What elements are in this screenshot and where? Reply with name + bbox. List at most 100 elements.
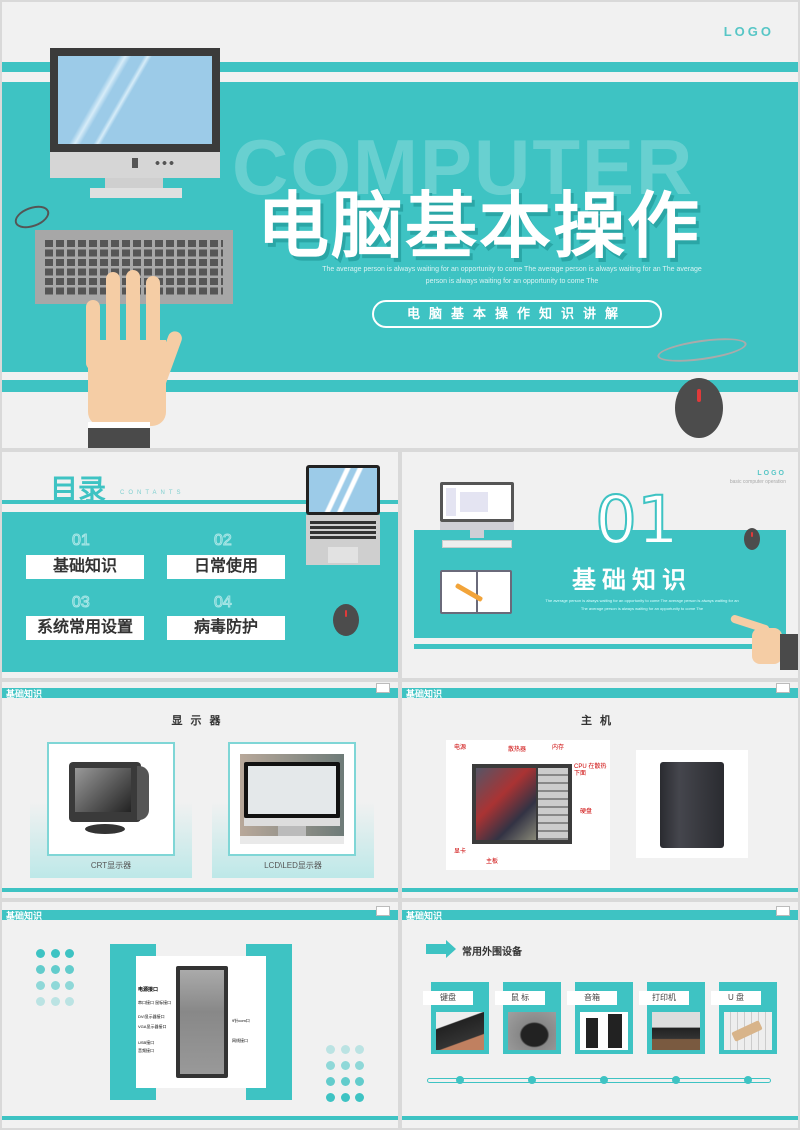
mouse-icon bbox=[675, 378, 723, 438]
section-title: 基础知识 bbox=[572, 567, 692, 594]
port-label: VGA显示器接口 bbox=[138, 1024, 167, 1029]
footer-stripe bbox=[402, 1116, 798, 1120]
section-title-slide[interactable]: LOGO basic computer operation 01 基础知识 Th… bbox=[402, 452, 798, 678]
keyboard-image bbox=[436, 1012, 484, 1050]
peripheral-card[interactable]: U 盘 bbox=[711, 982, 777, 1054]
section-subtitle: The average person is always waiting for… bbox=[545, 598, 739, 611]
monitor-icon bbox=[776, 683, 790, 693]
arrow-icon bbox=[426, 944, 446, 954]
mouse-icon bbox=[744, 528, 760, 550]
footer-stripe bbox=[2, 1116, 398, 1120]
peripheral-label: 打印机 bbox=[639, 991, 689, 1005]
peripheral-card[interactable]: 打印机 bbox=[639, 982, 705, 1054]
toc-number: 03 bbox=[72, 594, 91, 612]
contents-slide[interactable]: 目录 CONTANTS 01 基础知识 02 日常使用 03 系统常用设置 04… bbox=[2, 452, 398, 678]
port-label: USB接口 bbox=[138, 1040, 155, 1045]
footer-stripe bbox=[402, 888, 798, 892]
toc-item[interactable]: 基础知识 bbox=[26, 555, 144, 579]
logo: LOGO bbox=[723, 24, 774, 39]
port-label: 网线接口 bbox=[232, 1038, 248, 1043]
card-caption: CRT显示器 bbox=[90, 861, 132, 870]
logo: LOGO bbox=[757, 470, 786, 477]
peripheral-card[interactable]: 音箱 bbox=[567, 982, 633, 1054]
timeline-dot bbox=[672, 1076, 680, 1084]
monitor-icon bbox=[376, 906, 390, 916]
section-label: 基础知识 bbox=[6, 689, 43, 699]
peripheral-label: U 盘 bbox=[711, 991, 761, 1005]
timeline-dot bbox=[456, 1076, 464, 1084]
peripheral-card[interactable]: 鼠 标 bbox=[495, 982, 561, 1054]
notebook-icon bbox=[440, 570, 512, 614]
diagram-label: 显卡 bbox=[454, 849, 467, 855]
cover-subtitle: The average person is always waiting for… bbox=[322, 266, 702, 285]
desktop-monitor-icon bbox=[440, 482, 514, 552]
peripheral-label: 音箱 bbox=[567, 991, 617, 1005]
slide-title: 主机 bbox=[581, 715, 619, 727]
section-label: 基础知识 bbox=[406, 689, 443, 699]
section-label: 基础知识 bbox=[406, 911, 443, 921]
arrow-head-icon bbox=[446, 940, 456, 958]
section-header-band bbox=[402, 910, 798, 920]
ports-slide[interactable]: 基础知识 电源接口 串口接口 鼠标接口 DVI显示器接口 VGA显示器接口 US… bbox=[2, 902, 398, 1128]
port-label: 电源接口 bbox=[138, 987, 159, 993]
image-card bbox=[228, 742, 356, 856]
section-number: 01 bbox=[594, 481, 680, 560]
laptop-icon bbox=[306, 465, 380, 569]
section-header-band bbox=[2, 688, 398, 698]
toc-item[interactable]: 日常使用 bbox=[167, 555, 285, 579]
timeline-dot bbox=[528, 1076, 536, 1084]
toc-item[interactable]: 系统常用设置 bbox=[26, 616, 144, 640]
timeline bbox=[427, 1078, 771, 1083]
monitors-slide[interactable]: 基础知识 显示器 CRT显示器 LCD\LED显示器 bbox=[2, 682, 398, 898]
speakers-image bbox=[580, 1012, 628, 1050]
diagram-label: 电源 bbox=[454, 745, 467, 751]
port-label: DVI显示器接口 bbox=[138, 1014, 165, 1019]
logo-subtitle: basic computer operation bbox=[729, 479, 786, 485]
cover-subtitle-pill: 电脑基本操作知识讲解 bbox=[372, 300, 662, 328]
cover-title: 电脑基本操作 bbox=[257, 184, 702, 268]
pointing-hand-illustration bbox=[729, 614, 798, 670]
rear-panel-image: 电源接口 串口接口 鼠标接口 DVI显示器接口 VGA显示器接口 USB接口 音… bbox=[136, 956, 266, 1088]
usb-drive-image bbox=[724, 1012, 772, 1050]
hand-illustration bbox=[86, 270, 186, 448]
monitor-icon bbox=[776, 906, 790, 916]
diagram-label: 主板 bbox=[486, 859, 499, 865]
cover-slide[interactable]: LOGO COMPUTER 电脑基本操作 The average person … bbox=[2, 2, 798, 448]
peripherals-slide[interactable]: 基础知识 常用外围设备 键盘 鼠 标 音箱 打印机 U 盘 bbox=[402, 902, 798, 1128]
host-slide[interactable]: 基础知识 主机 电源 散热器 内存 CPU 在散热下面 硬盘 显卡 主板 bbox=[402, 682, 798, 898]
diagram-label: 散热器 bbox=[508, 747, 527, 753]
lcd-monitor-image bbox=[240, 754, 344, 844]
section-header-band bbox=[2, 910, 398, 920]
slide-title: 常用外围设备 bbox=[462, 947, 522, 958]
toc-number: 02 bbox=[214, 532, 233, 550]
image-card bbox=[47, 742, 175, 856]
contents-heading-en: CONTANTS bbox=[120, 490, 185, 496]
mouse-icon bbox=[333, 604, 359, 636]
pc-tower-image bbox=[636, 750, 748, 858]
card-caption: LCD\LED显示器 bbox=[264, 861, 322, 870]
crt-monitor-image bbox=[69, 758, 149, 836]
section-header-band bbox=[402, 688, 798, 698]
port-label: 音频接口 bbox=[138, 1048, 154, 1053]
peripheral-label: 鼠 标 bbox=[495, 991, 545, 1005]
port-label: 9针com口 bbox=[232, 1018, 250, 1023]
timeline-dot bbox=[744, 1076, 752, 1084]
timeline-dot bbox=[600, 1076, 608, 1084]
desktop-monitor-icon bbox=[50, 48, 220, 198]
monitor-icon bbox=[376, 683, 390, 693]
peripheral-label: 键盘 bbox=[423, 991, 473, 1005]
port-label: 串口接口 鼠标接口 bbox=[138, 1000, 172, 1005]
section-label: 基础知识 bbox=[6, 911, 43, 921]
slide-title: 显示器 bbox=[171, 715, 229, 727]
mouse-image bbox=[508, 1012, 556, 1050]
footer-stripe bbox=[2, 888, 398, 892]
pc-internals-diagram: 电源 散热器 内存 CPU 在散热下面 硬盘 显卡 主板 bbox=[446, 740, 610, 870]
toc-number: 04 bbox=[214, 594, 233, 612]
peripheral-card[interactable]: 键盘 bbox=[423, 982, 489, 1054]
diagram-label: CPU 在散热下面 bbox=[574, 764, 607, 777]
printer-image bbox=[652, 1012, 700, 1050]
toc-number: 01 bbox=[72, 532, 91, 550]
toc-item[interactable]: 病毒防护 bbox=[167, 616, 285, 640]
diagram-label: 硬盘 bbox=[580, 809, 593, 815]
diagram-label: 内存 bbox=[552, 745, 565, 751]
